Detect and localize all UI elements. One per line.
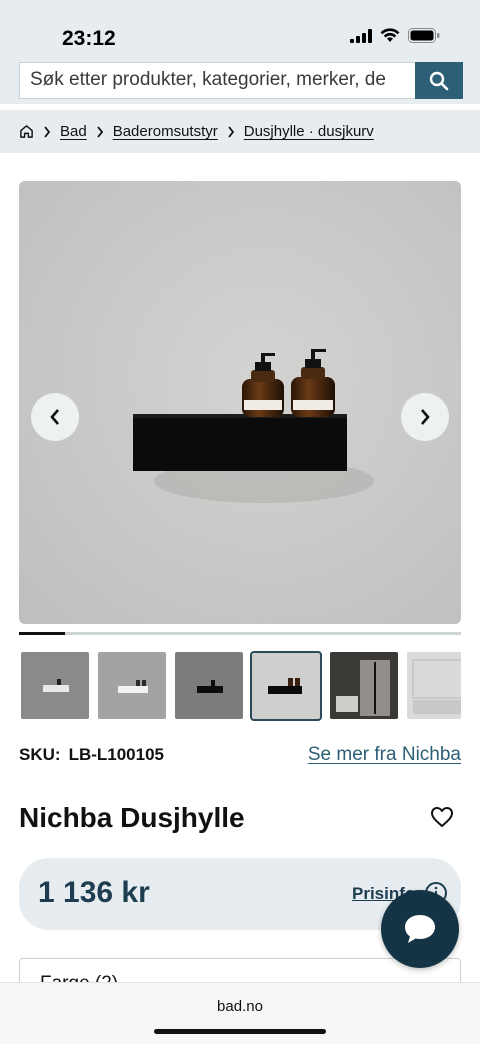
- breadcrumb-item-dusjhylle[interactable]: Dusjhylle · dusjkurv: [244, 123, 374, 140]
- chevron-right-icon: [96, 125, 104, 138]
- signal-icon: [350, 28, 372, 43]
- chevron-right-icon: [43, 125, 51, 138]
- thumbnail-3[interactable]: [175, 652, 243, 719]
- status-icons: [350, 28, 440, 43]
- chat-button[interactable]: [381, 890, 459, 968]
- thumbnail-5[interactable]: [330, 652, 398, 719]
- brand-link[interactable]: Se mer fra Nichba: [308, 744, 461, 766]
- chevron-right-icon: [421, 409, 430, 425]
- product-image[interactable]: [19, 181, 461, 624]
- search-icon: [429, 71, 449, 90]
- sku: SKU: LB-L100105: [19, 745, 164, 765]
- shelf-photo: [19, 181, 461, 624]
- thumbnail-image: [412, 659, 461, 714]
- search-input[interactable]: Søk etter produkter, kategorier, merker,…: [19, 62, 415, 99]
- chevron-left-icon: [50, 409, 59, 425]
- thumbnail-strip: [21, 651, 461, 721]
- gallery-progress-bar: [19, 632, 461, 635]
- breadcrumb: Bad Baderomsutstyr Dusjhylle · dusjkurv: [0, 110, 480, 153]
- gallery-progress-fill: [19, 632, 66, 635]
- search-bar: Søk etter produkter, kategorier, merker,…: [19, 62, 463, 99]
- sku-label: SKU:: [19, 745, 61, 764]
- home-indicator[interactable]: [154, 1029, 326, 1034]
- breadcrumb-item-bad[interactable]: Bad: [60, 123, 87, 140]
- product-title: Nichba Dusjhylle: [19, 802, 245, 833]
- wifi-icon: [380, 28, 400, 42]
- price: 1 136 kr: [38, 876, 150, 909]
- chat-bubble-icon: [405, 915, 435, 943]
- favorite-button[interactable]: [430, 806, 454, 833]
- next-image-button[interactable]: [401, 393, 449, 441]
- top-header: 23:12 Søk etter produkter, kategorier, m…: [0, 0, 480, 104]
- breadcrumb-item-baderomsutstyr[interactable]: Baderomsutstyr: [113, 123, 218, 140]
- sku-value: LB-L100105: [68, 745, 164, 764]
- heart-icon: [431, 807, 453, 827]
- browser-bar: bad.no: [0, 982, 480, 1044]
- search-button[interactable]: [415, 62, 463, 99]
- thumbnail-1[interactable]: [21, 652, 89, 719]
- chevron-right-icon: [227, 125, 235, 138]
- previous-image-button[interactable]: [31, 393, 79, 441]
- thumbnail-4-active[interactable]: [250, 651, 322, 721]
- thumbnail-image: [197, 680, 223, 693]
- thumbnail-image: [268, 678, 302, 694]
- thumbnail-image: [118, 680, 148, 693]
- thumbnail-image: [330, 652, 398, 719]
- thumbnail-2[interactable]: [98, 652, 166, 719]
- thumbnail-image: [43, 679, 69, 692]
- home-icon[interactable]: [19, 124, 34, 139]
- status-time: 23:12: [62, 27, 116, 50]
- url-label[interactable]: bad.no: [0, 998, 480, 1015]
- thumbnail-6[interactable]: [407, 652, 461, 719]
- battery-icon: [408, 28, 440, 43]
